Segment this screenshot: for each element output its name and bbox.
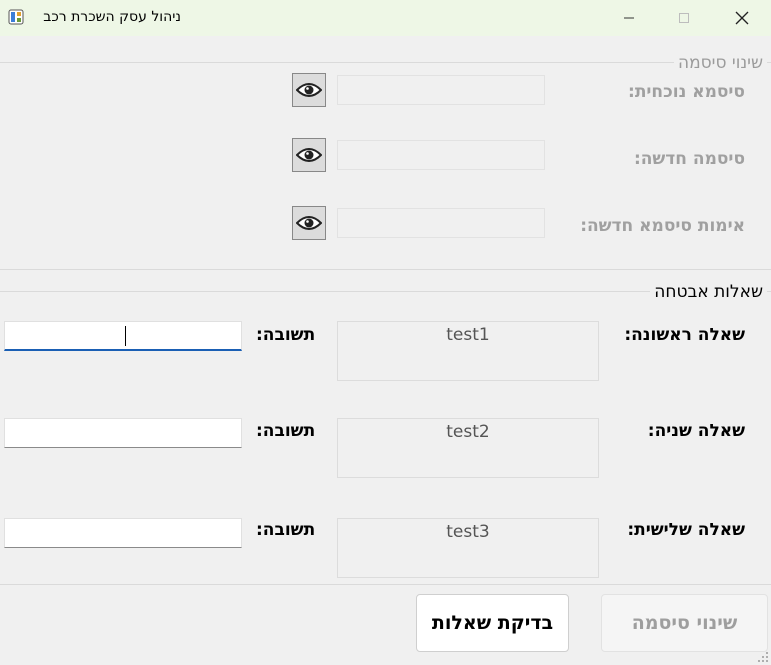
new-password-label: סיסמה חדשה: xyxy=(633,149,745,169)
minimize-button[interactable] xyxy=(606,0,652,36)
answer-3-input[interactable] xyxy=(4,518,242,548)
text-caret xyxy=(125,326,126,346)
title-bar: ניהול עסק השכרת רכב xyxy=(0,0,771,36)
question-3-label: שאלה שלישית: xyxy=(627,520,745,540)
current-password-label: סיסמא נוכחית: xyxy=(628,82,745,102)
answer-1-label: תשובה: xyxy=(256,325,316,345)
change-password-button[interactable]: שינוי סיסמה xyxy=(601,594,768,652)
check-questions-button[interactable]: בדיקת שאלות xyxy=(416,594,569,652)
minimize-icon xyxy=(624,17,634,19)
window-title: ניהול עסק השכרת רכב xyxy=(43,9,181,25)
show-new-password-button[interactable] xyxy=(292,138,326,172)
password-group-legend: שינוי סיסמה xyxy=(673,53,767,73)
show-current-password-button[interactable] xyxy=(292,73,326,107)
close-icon xyxy=(735,11,749,25)
question-2-label: שאלה שניה: xyxy=(647,421,745,441)
app-icon xyxy=(8,9,24,25)
maximize-icon xyxy=(679,13,689,23)
question-1-field: test1 xyxy=(337,321,599,381)
question-1-label: שאלה ראשונה: xyxy=(624,325,745,345)
question-2-field: test2 xyxy=(337,418,599,478)
answer-2-label: תשובה: xyxy=(256,421,316,441)
eye-icon xyxy=(296,216,322,230)
new-password-field[interactable] xyxy=(337,140,545,170)
answer-1-input[interactable] xyxy=(4,321,242,351)
show-confirm-password-button[interactable] xyxy=(292,206,326,240)
confirm-password-field[interactable] xyxy=(337,208,545,238)
question-3-field: test3 xyxy=(337,518,599,578)
resize-grip-icon[interactable] xyxy=(757,651,769,663)
answer-3-label: תשובה: xyxy=(256,520,316,540)
current-password-field[interactable] xyxy=(337,75,545,105)
answer-2-input[interactable] xyxy=(4,418,242,448)
maximize-button[interactable] xyxy=(661,0,707,36)
eye-icon xyxy=(296,83,322,97)
confirm-password-label: אימות סיסמא חדשה: xyxy=(580,216,745,236)
close-button[interactable] xyxy=(719,0,765,36)
eye-icon xyxy=(296,148,322,162)
security-group-legend: שאלות אבטחה xyxy=(650,282,767,302)
